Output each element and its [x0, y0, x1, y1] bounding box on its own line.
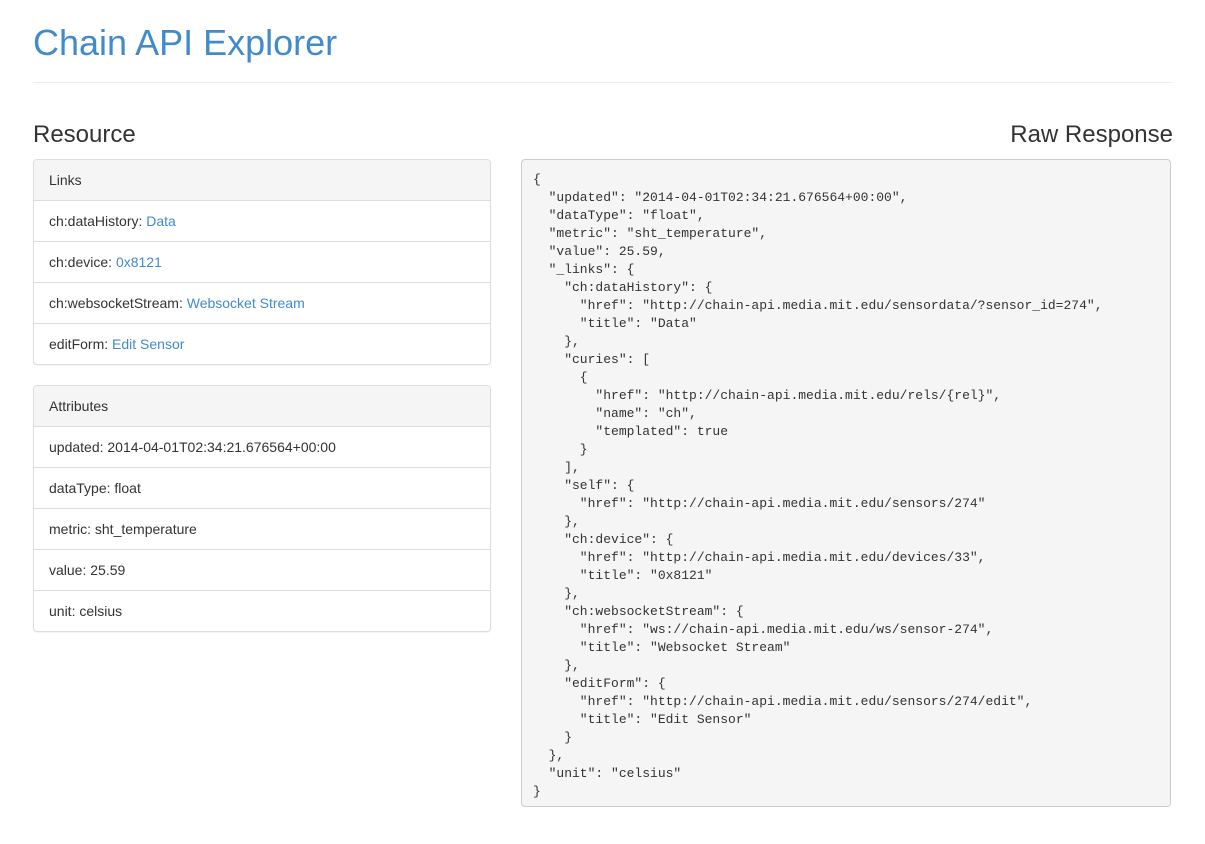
title-divider: [33, 82, 1173, 83]
data-history-link[interactable]: Data: [146, 213, 176, 229]
link-row-data-history: ch:dataHistory: Data: [34, 201, 490, 242]
page-title[interactable]: Chain API Explorer: [33, 23, 337, 63]
edit-sensor-link[interactable]: Edit Sensor: [112, 336, 184, 352]
link-row-edit-form: editForm: Edit Sensor: [34, 324, 490, 364]
link-key: ch:dataHistory:: [49, 213, 147, 229]
websocket-stream-link[interactable]: Websocket Stream: [187, 295, 305, 311]
link-key: ch:websocketStream:: [49, 295, 187, 311]
raw-response-heading: Raw Response: [1010, 121, 1173, 148]
link-key: ch:device:: [49, 254, 116, 270]
attribute-row-value: value: 25.59: [34, 550, 490, 591]
attribute-row-data-type: dataType: float: [34, 468, 490, 509]
attributes-panel-heading: Attributes: [34, 386, 490, 427]
links-panel: Links ch:dataHistory: Data ch:device: 0x…: [33, 159, 491, 365]
links-panel-heading: Links: [34, 160, 490, 201]
resource-heading: Resource: [33, 121, 136, 148]
attribute-row-updated: updated: 2014-04-01T02:34:21.676564+00:0…: [34, 427, 490, 468]
link-row-websocket-stream: ch:websocketStream: Websocket Stream: [34, 283, 490, 324]
link-row-device: ch:device: 0x8121: [34, 242, 490, 283]
link-key: editForm:: [49, 336, 113, 352]
raw-response-code[interactable]: { "updated": "2014-04-01T02:34:21.676564…: [521, 159, 1171, 807]
attributes-panel: Attributes updated: 2014-04-01T02:34:21.…: [33, 385, 491, 632]
device-link[interactable]: 0x8121: [116, 254, 162, 270]
attribute-row-unit: unit: celsius: [49, 603, 123, 619]
attribute-row-metric: metric: sht_temperature: [34, 509, 490, 550]
